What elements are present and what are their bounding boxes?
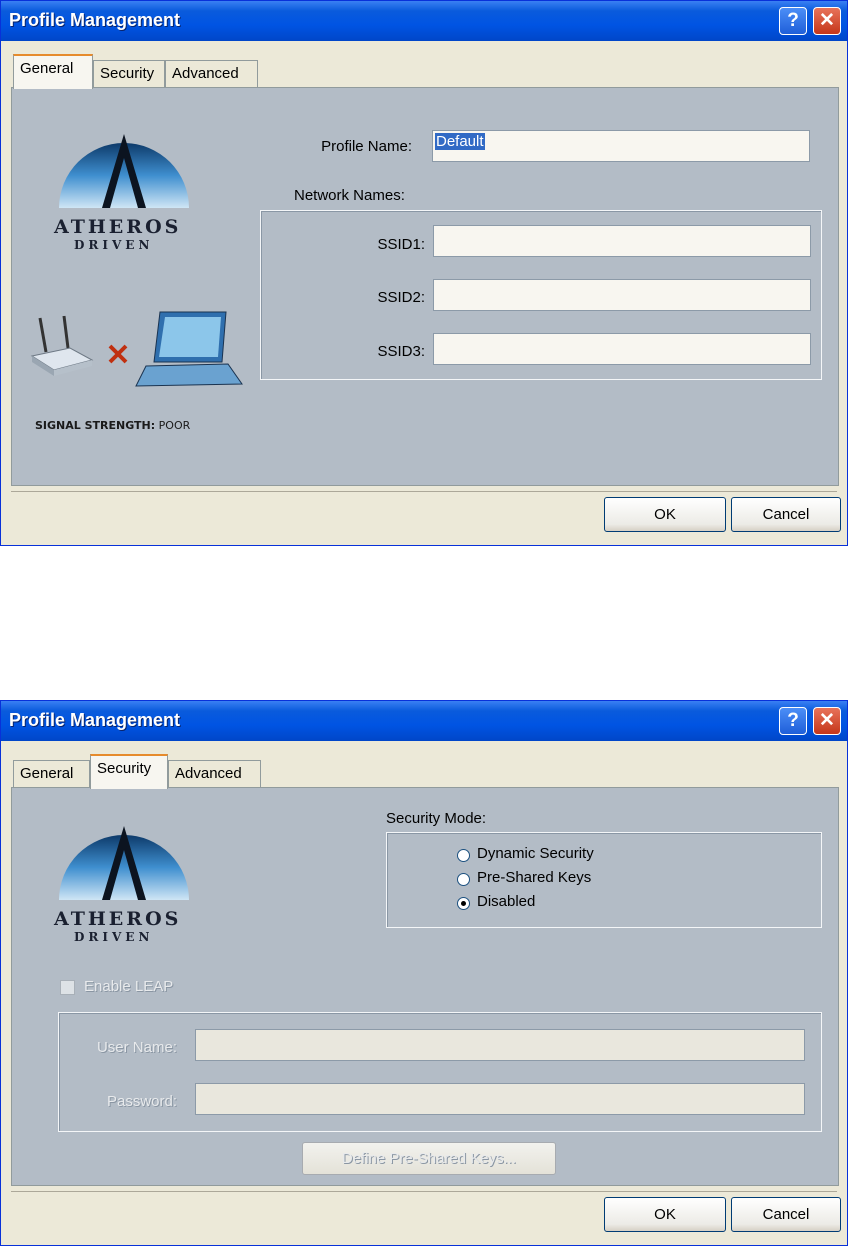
tab-general[interactable]: General bbox=[13, 760, 90, 788]
user-name-label: User Name: bbox=[96, 1039, 177, 1056]
ok-button[interactable]: OK bbox=[604, 497, 726, 532]
ssid3-label: SSID3: bbox=[377, 343, 425, 360]
title-bar[interactable]: Profile Management ? ✕ bbox=[1, 1, 847, 41]
signal-strength-value: POOR bbox=[158, 419, 191, 432]
cancel-button[interactable]: Cancel bbox=[731, 497, 841, 532]
network-names-label: Network Names: bbox=[294, 187, 405, 204]
signal-strength-label: SIGNAL STRENGTH: bbox=[35, 419, 156, 432]
radio-pre-shared-keys-label[interactable]: Pre-Shared Keys bbox=[477, 869, 591, 886]
cancel-button[interactable]: Cancel bbox=[731, 1197, 841, 1232]
atheros-logo-icon bbox=[59, 826, 189, 900]
close-button[interactable]: ✕ bbox=[813, 707, 841, 735]
disconnected-x-icon bbox=[108, 344, 128, 364]
security-panel: ATHEROS DRIVEN Security Mode: Dynamic Se… bbox=[11, 787, 839, 1186]
password-field[interactable] bbox=[195, 1083, 805, 1115]
profile-name-value: Default bbox=[435, 133, 485, 150]
help-button[interactable]: ? bbox=[779, 7, 807, 35]
enable-leap-checkbox[interactable] bbox=[60, 980, 75, 995]
logo-text-driven: DRIVEN bbox=[74, 238, 154, 252]
tab-general[interactable]: General bbox=[13, 54, 93, 89]
connection-status-icon bbox=[30, 311, 243, 387]
signal-strength: SIGNAL STRENGTH: POOR bbox=[35, 419, 190, 432]
radio-disabled-label[interactable]: Disabled bbox=[477, 893, 535, 910]
ok-button[interactable]: OK bbox=[604, 1197, 726, 1232]
define-pre-shared-keys-button[interactable]: Define Pre-Shared Keys... bbox=[302, 1142, 556, 1175]
radio-disabled[interactable] bbox=[457, 897, 470, 910]
ssid1-label: SSID1: bbox=[377, 236, 425, 253]
logo-text-driven: DRIVEN bbox=[74, 930, 154, 944]
profile-name-field[interactable]: Default bbox=[432, 130, 810, 162]
ssid2-field[interactable] bbox=[433, 279, 811, 311]
footer-divider bbox=[11, 491, 837, 492]
window-title: Profile Management bbox=[9, 10, 181, 30]
laptop-icon bbox=[135, 311, 243, 387]
network-names-group: SSID1: SSID2: SSID3: bbox=[260, 210, 822, 380]
profile-name-label: Profile Name: bbox=[321, 138, 412, 155]
footer-divider bbox=[11, 1191, 837, 1192]
security-mode-label: Security Mode: bbox=[386, 810, 487, 827]
logo-text-atheros: ATHEROS bbox=[54, 216, 182, 238]
ssid1-field[interactable] bbox=[433, 225, 811, 257]
leap-credentials-group: User Name: Password: bbox=[58, 1012, 822, 1132]
tab-security[interactable]: Security bbox=[90, 754, 168, 789]
user-name-field[interactable] bbox=[195, 1029, 805, 1061]
close-button[interactable]: ✕ bbox=[813, 7, 841, 35]
tab-advanced[interactable]: Advanced bbox=[168, 760, 261, 788]
router-icon bbox=[30, 315, 94, 376]
logo-text-atheros: ATHEROS bbox=[54, 908, 182, 930]
security-mode-group: Dynamic Security Pre-Shared Keys Disable… bbox=[386, 832, 822, 928]
profile-management-window-general: Profile Management ? ✕ General Security … bbox=[0, 0, 848, 546]
tab-security[interactable]: Security bbox=[93, 60, 165, 88]
atheros-logo-icon bbox=[59, 134, 189, 208]
ssid2-label: SSID2: bbox=[377, 289, 425, 306]
general-panel: ATHEROS DRIVEN SIGNAL STRENGTH: POOR Pro… bbox=[11, 87, 839, 486]
radio-dynamic-security-label[interactable]: Dynamic Security bbox=[477, 845, 594, 862]
password-label: Password: bbox=[106, 1093, 177, 1110]
ssid3-field[interactable] bbox=[433, 333, 811, 365]
profile-management-window-security: Profile Management ? ✕ General Security … bbox=[0, 700, 848, 1246]
window-title: Profile Management bbox=[9, 710, 181, 730]
tab-advanced[interactable]: Advanced bbox=[165, 60, 258, 88]
help-button[interactable]: ? bbox=[779, 707, 807, 735]
radio-pre-shared-keys[interactable] bbox=[457, 873, 470, 886]
enable-leap-label: Enable LEAP bbox=[84, 978, 174, 995]
title-bar[interactable]: Profile Management ? ✕ bbox=[1, 701, 847, 741]
radio-dynamic-security[interactable] bbox=[457, 849, 470, 862]
